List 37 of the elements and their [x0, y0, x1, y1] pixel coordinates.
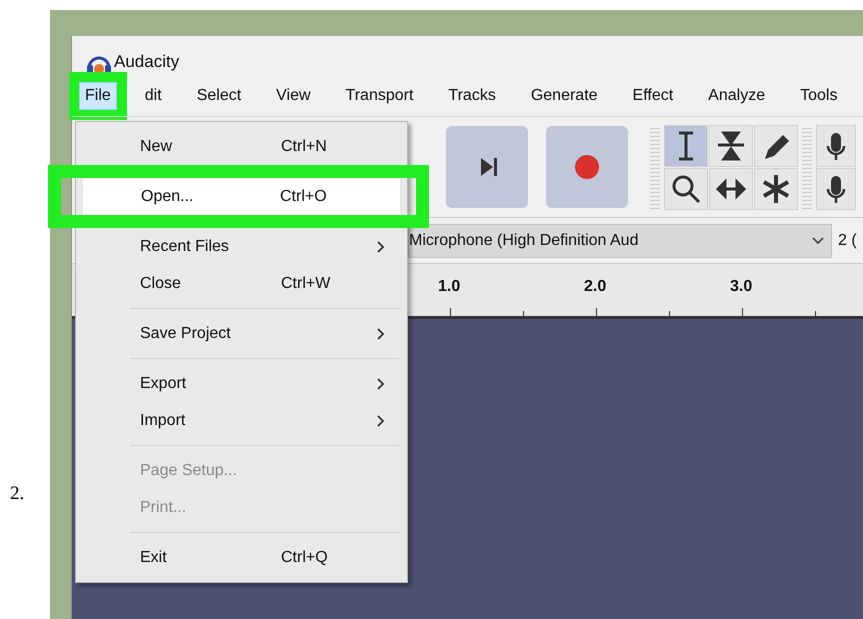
- microphone-icon: [825, 130, 847, 160]
- menu-item[interactable]: Close Ctrl+W: [82, 265, 401, 302]
- menu-item[interactable]: Generate: [524, 82, 604, 110]
- menu-item[interactable]: File: [79, 82, 117, 110]
- menu-item[interactable]: Select: [190, 82, 248, 110]
- microphone-icon: [825, 174, 847, 204]
- tool-button[interactable]: [709, 124, 753, 166]
- tool-button[interactable]: [754, 168, 798, 210]
- menu-item[interactable]: Export: [82, 365, 401, 402]
- microphone-button[interactable]: [816, 168, 856, 210]
- microphone-button[interactable]: [816, 124, 856, 166]
- menu-item[interactable]: Transport: [340, 82, 420, 110]
- menu-item[interactable]: Tools: [794, 82, 844, 110]
- menu-item[interactable]: Open... Ctrl+O: [83, 178, 400, 215]
- menu-item[interactable]: View: [270, 82, 317, 110]
- menu-item[interactable]: Exit Ctrl+Q: [82, 539, 401, 576]
- window-title: Audacity: [114, 52, 180, 73]
- tool-button[interactable]: [664, 168, 708, 210]
- channels-dropdown[interactable]: 2 (: [838, 232, 857, 250]
- menu-item[interactable]: New Ctrl+N: [82, 128, 401, 165]
- skip-to-end-button[interactable]: [446, 126, 528, 208]
- record-button[interactable]: [546, 126, 628, 208]
- ruler-label: 1.0: [438, 278, 460, 296]
- chevron-down-icon: [811, 235, 825, 246]
- menu-item[interactable]: Import: [82, 402, 401, 439]
- menu-item[interactable]: Tracks: [442, 82, 502, 110]
- tool-button[interactable]: [664, 124, 708, 166]
- menu-item[interactable]: Recent Files: [82, 228, 401, 265]
- menu-item[interactable]: Analyze: [702, 82, 772, 110]
- device-dropdown[interactable]: Microphone (High Definition Aud: [408, 224, 832, 258]
- tool-button[interactable]: [754, 124, 798, 166]
- menu-item[interactable]: Effect: [626, 82, 680, 110]
- list-number: 2.: [10, 483, 24, 505]
- tool-button[interactable]: [709, 168, 753, 210]
- ruler-label: 3.0: [730, 278, 752, 296]
- menu-item[interactable]: dit: [138, 82, 168, 110]
- ruler-label: 2.0: [584, 278, 606, 296]
